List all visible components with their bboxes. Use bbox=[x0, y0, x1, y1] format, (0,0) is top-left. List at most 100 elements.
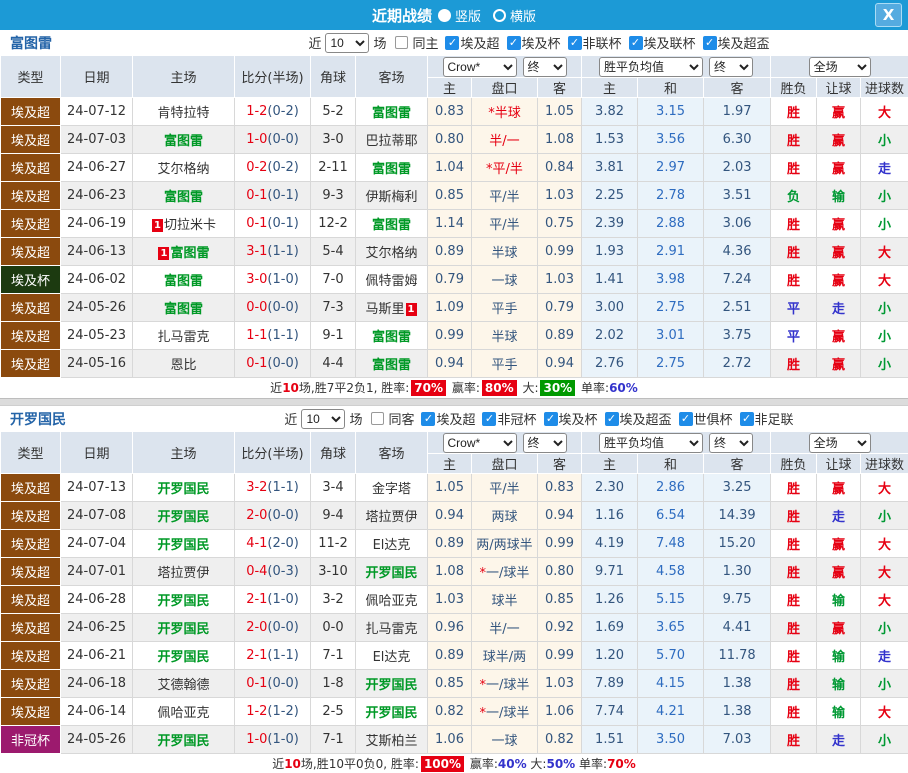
vertical-layout-label[interactable]: 竖版 bbox=[455, 6, 481, 25]
win-lose-cell: 胜 bbox=[770, 349, 818, 378]
goals-result-cell: 大 bbox=[860, 473, 908, 502]
vertical-layout-radio[interactable] bbox=[437, 8, 451, 22]
score-cell: 0-4(0-3) bbox=[234, 557, 311, 586]
league-checkbox-0[interactable]: ✓ bbox=[421, 411, 436, 426]
horizontal-layout-radio[interactable] bbox=[493, 8, 506, 22]
away-team-name: 佩特雷姆 bbox=[365, 274, 418, 289]
away-team-cell: 开罗国民 bbox=[355, 697, 428, 726]
match-type-cell: 埃及杯 bbox=[0, 265, 61, 294]
final-select-2[interactable]: 终 bbox=[709, 56, 754, 77]
avg-away-odds-cell: 11.78 bbox=[703, 641, 772, 670]
league-checkbox-0[interactable]: ✓ bbox=[445, 35, 460, 50]
home-team-name: 富图雷 bbox=[170, 246, 210, 261]
sub-header-3: 主 bbox=[581, 77, 639, 98]
league-checkbox-1[interactable]: ✓ bbox=[482, 411, 497, 426]
match-date-cell: 24-05-16 bbox=[60, 349, 133, 378]
avg-away-odds-cell: 7.03 bbox=[703, 725, 772, 754]
handicap-result-cell: 赢 bbox=[816, 153, 862, 182]
bookmaker-select[interactable]: Crow* bbox=[442, 56, 517, 77]
win-lose-cell: 胜 bbox=[770, 557, 818, 586]
avg-draw-odds-cell: 2.97 bbox=[637, 153, 705, 182]
crow-home-odds-cell: 0.94 bbox=[427, 501, 472, 530]
half-time-score: (0-1) bbox=[267, 188, 299, 203]
avg-draw-odds-cell: 4.58 bbox=[637, 557, 705, 586]
avg-home-odds-cell: 2.39 bbox=[581, 209, 639, 238]
away-team-name: 富图雷 bbox=[371, 218, 411, 233]
handicap-cell: *一/球半 bbox=[471, 557, 538, 586]
league-checkbox-3[interactable]: ✓ bbox=[604, 411, 619, 426]
handicap-cell: *一/球半 bbox=[471, 697, 538, 726]
filter-controls: 近 10 场同客 ✓ 埃及超 ✓ 非冠杯 ✓ 埃及杯 ✓ 埃及超盃 ✓ 世俱杯 ✓ 非足联 bbox=[180, 408, 898, 429]
match-date-cell: 24-07-13 bbox=[60, 473, 133, 502]
score-cell: 0-1(0-0) bbox=[234, 349, 311, 378]
league-checkbox-4[interactable]: ✓ bbox=[678, 411, 693, 426]
home-team-name: 恩比 bbox=[170, 358, 197, 373]
full-match-select[interactable]: 全场 bbox=[808, 432, 871, 453]
win-lose-cell: 胜 bbox=[770, 153, 818, 182]
handicap-text: 半/一 bbox=[489, 134, 520, 149]
league-checkbox-3[interactable]: ✓ bbox=[628, 35, 643, 50]
avg-type-select[interactable]: 胜平负均值 bbox=[599, 432, 704, 453]
league-label-0: 埃及超 bbox=[460, 37, 500, 52]
games-count-select[interactable]: 10 bbox=[325, 32, 370, 53]
league-checkbox-4[interactable]: ✓ bbox=[702, 35, 717, 50]
handicap-cell: 平手 bbox=[471, 293, 538, 322]
same-venue-checkbox[interactable] bbox=[395, 36, 409, 49]
avg-draw-odds-cell: 3.98 bbox=[637, 265, 705, 294]
match-row: 埃及杯 24-06-02 富图雷 3-0(1-0) 7-0 佩特雷姆 0.79 一球 1.03 1… bbox=[0, 265, 908, 294]
final-select-1[interactable]: 终 bbox=[522, 56, 567, 77]
bookmaker-select[interactable]: Crow* bbox=[442, 432, 517, 453]
home-team-name: 富图雷 bbox=[163, 302, 203, 317]
match-type-cell: 埃及超 bbox=[0, 501, 61, 530]
avg-home-odds-cell: 2.02 bbox=[581, 321, 639, 350]
summary-segment-1: 10 bbox=[282, 381, 299, 395]
league-checkbox-2[interactable]: ✓ bbox=[567, 35, 582, 50]
section-header: 富图雷近 10 场同主 ✓ 埃及超 ✓ 埃及杯 ✓ 非联杯 ✓ 埃及联杯 ✓ 埃及超盃 bbox=[0, 30, 908, 55]
match-row: 埃及超 24-06-19 1 切拉米卡 0-1(0-1) 12-2 富图雷 1.14 平/半 0.… bbox=[0, 209, 908, 238]
avg-type-select[interactable]: 胜平负均值 bbox=[599, 56, 704, 77]
league-label-3: 埃及超盃 bbox=[619, 413, 672, 428]
col-header-4: 角球 bbox=[310, 55, 356, 98]
match-type-cell: 埃及超 bbox=[0, 641, 61, 670]
summary-segment-6: 大: bbox=[518, 381, 539, 395]
corner-cell: 7-3 bbox=[310, 293, 356, 322]
crow-home-odds-cell: 0.89 bbox=[427, 641, 472, 670]
avg-odds-group: 胜平负均值终 bbox=[581, 55, 772, 78]
away-team-name: 开罗国民 bbox=[365, 706, 418, 721]
close-button[interactable]: X bbox=[875, 3, 902, 27]
win-lose-cell: 胜 bbox=[770, 725, 818, 754]
final-select-2[interactable]: 终 bbox=[709, 432, 754, 453]
away-team-name: 艾斯柏兰 bbox=[365, 734, 418, 749]
games-count-select[interactable]: 10 bbox=[301, 408, 346, 429]
sub-header-5: 客 bbox=[703, 453, 772, 474]
match-type-cell: 埃及超 bbox=[0, 237, 61, 266]
handicap-text: 平手 bbox=[491, 302, 518, 317]
avg-draw-odds-cell: 6.54 bbox=[637, 501, 705, 530]
handicap-result-cell: 输 bbox=[816, 585, 862, 614]
crow-home-odds-cell: 0.96 bbox=[427, 613, 472, 642]
horizontal-layout-label[interactable]: 横版 bbox=[510, 6, 536, 25]
score-cell: 1-1(1-1) bbox=[234, 321, 311, 350]
crow-away-odds-cell: 1.08 bbox=[536, 125, 583, 154]
handicap-result-cell: 赢 bbox=[816, 557, 862, 586]
full-match-select[interactable]: 全场 bbox=[808, 56, 871, 77]
full-time-score: 3-0 bbox=[246, 272, 268, 287]
away-team-name: El达克 bbox=[372, 538, 411, 553]
league-label-2: 非联杯 bbox=[582, 37, 622, 52]
final-select-1[interactable]: 终 bbox=[522, 432, 567, 453]
goals-result-cell: 小 bbox=[860, 209, 908, 238]
sub-header-7: 让球 bbox=[816, 77, 862, 98]
handicap-cell: 球半 bbox=[471, 585, 538, 614]
same-venue-checkbox[interactable] bbox=[371, 412, 385, 425]
league-checkbox-2[interactable]: ✓ bbox=[543, 411, 558, 426]
avg-draw-odds-cell: 3.65 bbox=[637, 613, 705, 642]
away-team-name: 艾尔格纳 bbox=[365, 246, 418, 261]
league-checkbox-5[interactable]: ✓ bbox=[739, 411, 754, 426]
match-row: 埃及超 24-07-13 开罗国民 3-2(1-1) 3-4 金字塔 1.05 平/半 0.83… bbox=[0, 473, 908, 502]
league-checkbox-1[interactable]: ✓ bbox=[506, 35, 521, 50]
away-team-cell: 开罗国民 bbox=[355, 557, 428, 586]
handicap-result-cell: 输 bbox=[816, 669, 862, 698]
full-time-score: 1-0 bbox=[246, 732, 268, 747]
team-name: 富图雷 bbox=[10, 35, 52, 52]
crow-home-odds-cell: 1.14 bbox=[427, 209, 472, 238]
